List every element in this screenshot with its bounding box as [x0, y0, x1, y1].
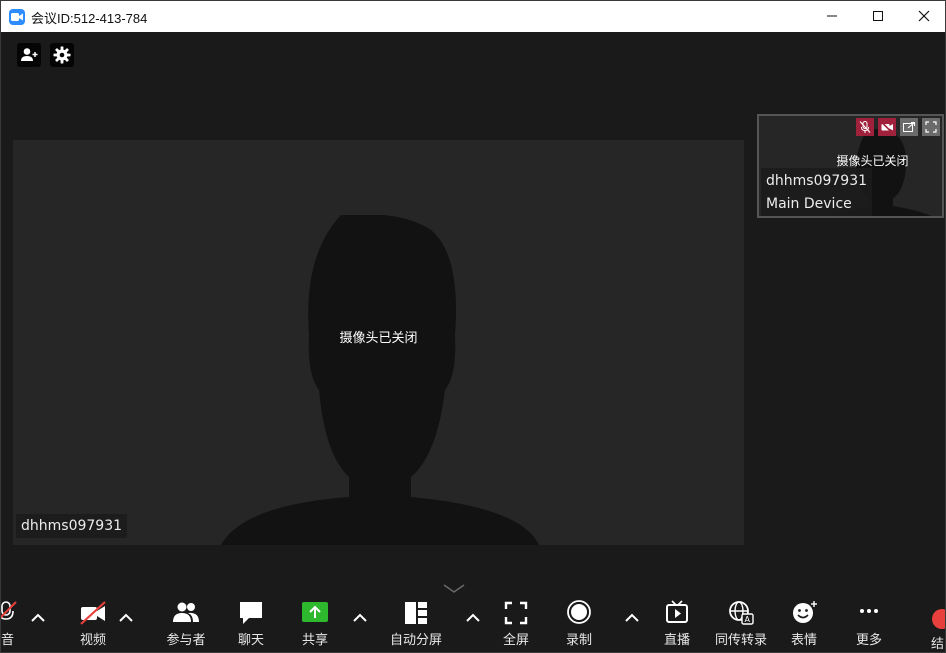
chevron-up-icon [31, 613, 45, 622]
thumbnail-name-tag: dhhms097931 Main Device [761, 168, 873, 216]
window-title: 会议ID:512-413-784 [31, 11, 148, 26]
live-stream-button[interactable]: 直播 [647, 599, 707, 648]
live-tv-icon [666, 600, 688, 623]
chat-button[interactable]: 聊天 [221, 599, 281, 648]
gear-icon [53, 46, 71, 64]
more-button[interactable]: 更多 [839, 599, 899, 648]
add-user-icon [21, 48, 38, 61]
record-label: 录制 [565, 633, 592, 648]
globe-translate-icon: A [729, 601, 754, 625]
reactions-label: 表情 [790, 633, 817, 648]
mic-muted-button[interactable] [856, 118, 874, 136]
video-label: 视频 [79, 633, 106, 648]
minimize-button[interactable] [809, 1, 855, 32]
record-button[interactable]: 录制 [549, 599, 609, 648]
more-dots-icon [860, 609, 878, 613]
fullscreen-button[interactable]: 全屏 [486, 599, 546, 648]
video-off-icon [80, 601, 106, 625]
chat-label: 聊天 [237, 633, 264, 648]
end-meeting-button[interactable]: 结 [928, 601, 945, 652]
share-out-icon [903, 121, 916, 132]
fullscreen-label: 全屏 [502, 633, 529, 648]
participant-name-tag: dhhms097931 [16, 514, 128, 538]
share-options-caret[interactable] [350, 609, 370, 629]
maximize-icon [873, 11, 883, 21]
layout-label: 自动分屏 [389, 633, 442, 648]
maximize-button[interactable] [855, 1, 901, 32]
chevron-up-icon [119, 613, 133, 622]
camera-off-label-thumb: 摄像头已关闭 [836, 154, 909, 168]
layout-grid-icon [405, 602, 427, 624]
thumbnail-device-name: Main Device [766, 196, 852, 212]
meeting-window: 会议ID:512-413-784 摄像头已关闭 dhhms097931 摄像头已… [0, 0, 946, 653]
share-button[interactable]: 共享 [285, 599, 345, 648]
close-icon [918, 10, 930, 22]
record-icon [567, 600, 591, 624]
main-video-tile[interactable]: 摄像头已关闭 dhhms097931 [13, 140, 744, 545]
mic-muted-icon [1, 601, 17, 620]
enlarge-button[interactable] [922, 118, 940, 136]
audio-button[interactable]: 音 [1, 599, 23, 648]
expand-icon [925, 121, 937, 133]
translate-button[interactable]: A 同传转录 [707, 599, 775, 648]
layout-options-caret[interactable] [463, 609, 483, 629]
end-meeting-label: 结 [931, 637, 945, 652]
participants-button[interactable]: 参与者 [156, 599, 216, 648]
video-off-button[interactable] [878, 118, 896, 136]
chevron-up-icon [466, 613, 480, 622]
chevron-up-icon [353, 613, 367, 622]
invite-user-button[interactable] [17, 43, 41, 67]
avatar-silhouette [221, 215, 539, 545]
svg-text:A: A [745, 615, 751, 624]
app-logo-icon [9, 9, 25, 25]
participants-icon [173, 602, 199, 622]
pop-out-button[interactable] [900, 118, 918, 136]
audio-options-caret[interactable] [28, 609, 48, 629]
title-bar: 会议ID:512-413-784 [1, 1, 945, 32]
thumbnail-participant-name: dhhms097931 [766, 173, 868, 189]
self-view-thumbnail[interactable]: 摄像头已关闭 dhhms097931 Main Device [757, 114, 944, 218]
chat-bubble-icon [240, 602, 262, 624]
end-call-icon [932, 609, 945, 629]
live-stream-label: 直播 [663, 633, 690, 648]
close-button[interactable] [901, 1, 945, 32]
fullscreen-icon [504, 601, 528, 625]
chevron-up-icon [625, 613, 639, 622]
share-screen-icon [302, 602, 328, 622]
video-off-icon [880, 121, 893, 134]
settings-button[interactable] [50, 43, 74, 67]
more-label: 更多 [855, 633, 882, 648]
mic-off-icon [859, 121, 871, 133]
meeting-toolbar: 音 视频 参与者 聊天 共享 自动分屏 全屏 录制 直播 A 同传转录 表情 更… [1, 591, 945, 652]
share-label: 共享 [301, 633, 328, 648]
record-options-caret[interactable] [622, 609, 642, 629]
video-options-caret[interactable] [116, 609, 136, 629]
audio-label: 音 [1, 633, 15, 648]
translate-label: 同传转录 [714, 633, 767, 648]
camera-off-label: 摄像头已关闭 [339, 331, 418, 346]
minimize-icon [827, 15, 837, 17]
emoji-reaction-icon [793, 601, 817, 623]
reactions-button[interactable]: 表情 [774, 599, 834, 648]
participants-label: 参与者 [166, 633, 206, 648]
video-button[interactable]: 视频 [63, 599, 123, 648]
layout-button[interactable]: 自动分屏 [381, 599, 451, 648]
